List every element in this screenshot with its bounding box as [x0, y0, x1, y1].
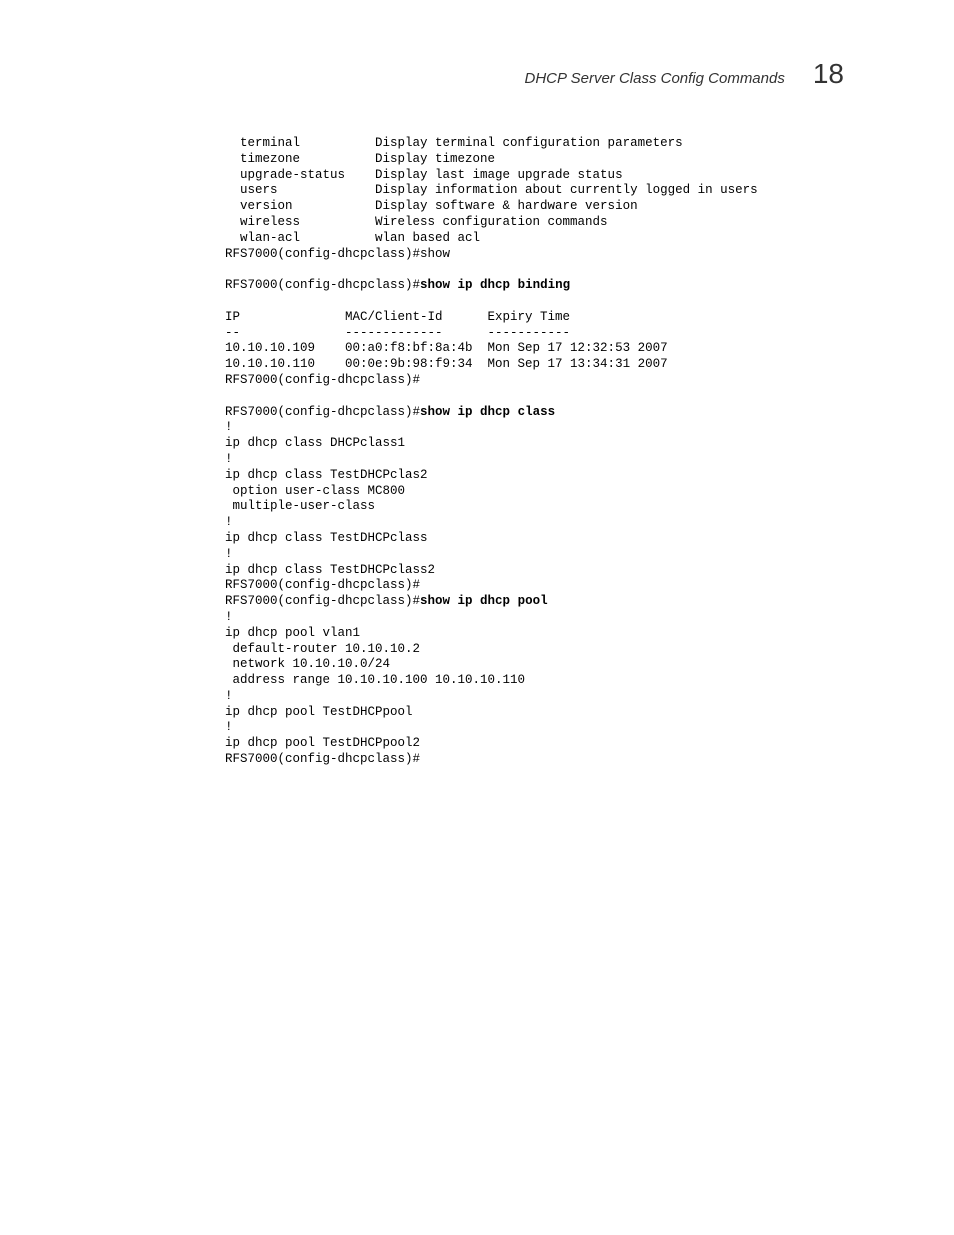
- chapter-number: 18: [813, 58, 844, 90]
- header-title: DHCP Server Class Config Commands: [524, 70, 784, 87]
- cli-output: terminal Display terminal configuration …: [225, 136, 864, 768]
- page-header: DHCP Server Class Config Commands 18: [0, 58, 954, 90]
- content-area: terminal Display terminal configuration …: [0, 90, 954, 768]
- page: DHCP Server Class Config Commands 18 ter…: [0, 0, 954, 1235]
